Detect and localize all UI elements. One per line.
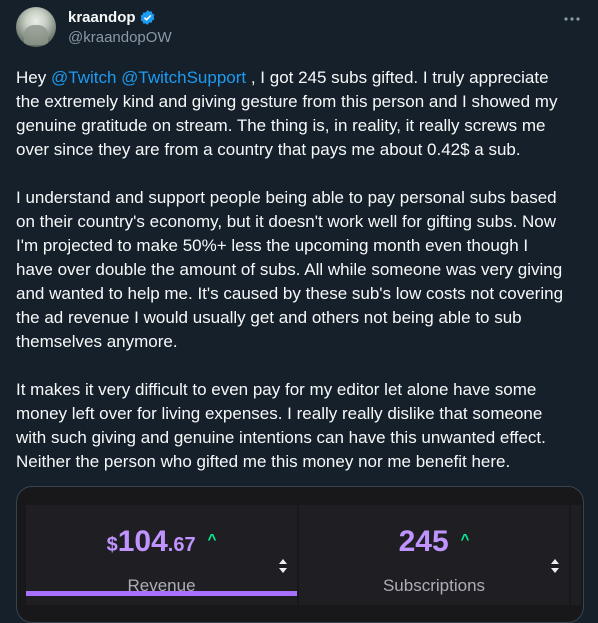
revenue-value-row: $104.67 ^ bbox=[26, 525, 297, 559]
more-options-icon[interactable] bbox=[562, 9, 582, 29]
avatar[interactable] bbox=[16, 7, 56, 47]
mention-twitch-support[interactable]: @TwitchSupport bbox=[121, 68, 246, 87]
tweet-intro: Hey bbox=[16, 68, 51, 87]
next-panel-edge bbox=[571, 505, 581, 605]
revenue-currency: $ bbox=[106, 534, 118, 556]
display-name[interactable]: kraandop bbox=[68, 9, 136, 26]
revenue-cents: .67 bbox=[167, 534, 196, 556]
trend-up-icon: ^ bbox=[207, 531, 217, 548]
revenue-dollars: 104 bbox=[117, 525, 168, 558]
mention-twitch[interactable]: @Twitch bbox=[51, 68, 116, 87]
stats-image-card[interactable]: $104.67 ^ Revenue 245 ^ Subscriptions bbox=[16, 486, 584, 623]
sort-arrows-icon[interactable] bbox=[550, 557, 560, 575]
revenue-selected-indicator bbox=[26, 591, 297, 596]
subscriptions-value: 245 bbox=[398, 525, 449, 558]
subscriptions-label: Subscriptions bbox=[382, 576, 486, 595]
revenue-panel[interactable]: $104.67 ^ Revenue bbox=[26, 505, 297, 605]
name-row: kraandop bbox=[68, 9, 156, 26]
trend-up-icon: ^ bbox=[460, 531, 470, 548]
subscriptions-value-row: 245 ^ bbox=[299, 525, 569, 559]
tweet-body: , I got 245 subs gifted. I truly appreci… bbox=[16, 68, 564, 471]
tweet-header: kraandop @kraandopOW bbox=[16, 7, 582, 47]
user-handle[interactable]: @kraandopOW bbox=[68, 29, 172, 46]
verified-badge-icon[interactable] bbox=[139, 9, 156, 26]
sort-arrows-icon[interactable] bbox=[278, 557, 288, 575]
subscriptions-panel[interactable]: 245 ^ Subscriptions bbox=[299, 505, 569, 605]
tweet-text: Hey @Twitch @TwitchSupport , I got 245 s… bbox=[16, 66, 582, 474]
